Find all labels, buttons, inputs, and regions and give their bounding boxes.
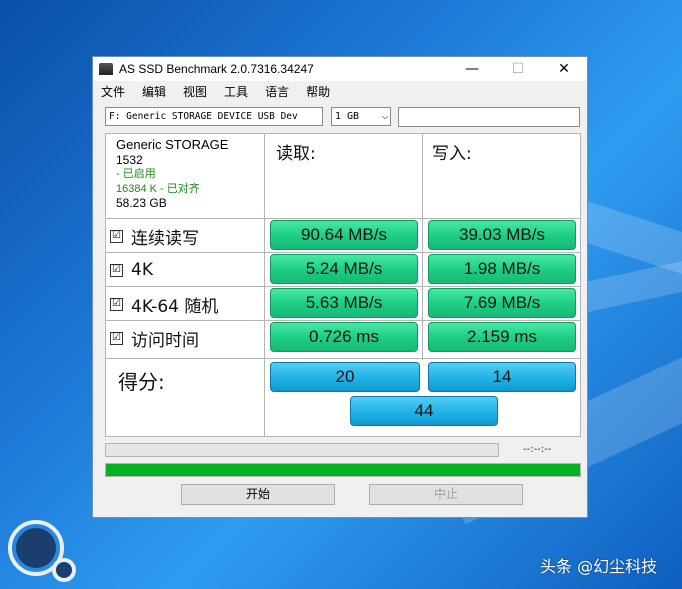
score-read: 20	[270, 362, 420, 392]
device-name: Generic STORAGE	[116, 137, 229, 152]
title-bar[interactable]: AS SSD Benchmark 2.0.7316.34247 — ☐ ✕	[93, 57, 587, 81]
result-seq-read: 90.64 MB/s	[270, 220, 418, 250]
app-window: AS SSD Benchmark 2.0.7316.34247 — ☐ ✕ 文件…	[92, 56, 588, 518]
checkbox-access[interactable]: ☑	[110, 331, 123, 345]
divider	[106, 320, 580, 321]
divider	[106, 252, 580, 253]
size-select[interactable]: 1 GB ⌵	[331, 107, 391, 126]
row-access-label[interactable]: ☑ 访问时间	[110, 324, 199, 352]
score-write: 14	[428, 362, 576, 392]
write-header: 写入:	[432, 144, 472, 164]
menu-language[interactable]: 语言	[265, 83, 289, 100]
maximize-button[interactable]: ☐	[495, 57, 541, 81]
score-label: 得分:	[118, 370, 165, 394]
menu-help[interactable]: 帮助	[306, 83, 330, 100]
menu-edit[interactable]: 编辑	[142, 83, 166, 100]
device-capacity: 58.23 GB	[116, 196, 167, 210]
result-4k64-write: 7.69 MB/s	[428, 288, 576, 318]
checkbox-4k[interactable]: ☑	[110, 263, 123, 277]
watermark-logo	[8, 520, 76, 582]
total-progress-fill	[106, 464, 580, 476]
window-title: AS SSD Benchmark 2.0.7316.34247	[119, 62, 314, 76]
row-label: 连续读写	[131, 228, 199, 249]
divider	[106, 218, 580, 219]
checkbox-4k64[interactable]: ☑	[110, 297, 123, 311]
device-status: - 已启用	[116, 168, 156, 180]
device-info: Generic STORAGE 1532 - 已启用 16384 K - 已对齐…	[116, 137, 229, 211]
result-access-write: 2.159 ms	[428, 322, 576, 352]
app-icon	[99, 63, 113, 75]
menu-file[interactable]: 文件	[101, 83, 125, 100]
start-button[interactable]: 开始	[181, 484, 335, 505]
close-button[interactable]: ✕	[541, 57, 587, 81]
row-seq-label[interactable]: ☑ 连续读写	[110, 222, 199, 250]
total-progress-bar	[105, 463, 581, 477]
result-access-read: 0.726 ms	[270, 322, 418, 352]
test-progress-bar	[105, 443, 499, 457]
score-total: 44	[350, 396, 498, 426]
status-field	[398, 107, 580, 127]
row-4k-label[interactable]: ☑ 4K	[110, 256, 153, 284]
divider	[264, 134, 265, 436]
stop-button[interactable]: 中止	[369, 484, 523, 505]
elapsed-time: --:--:--	[523, 444, 552, 455]
result-4k-read: 5.24 MB/s	[270, 254, 418, 284]
menu-bar: 文件 编辑 视图 工具 语言 帮助	[93, 81, 587, 101]
divider	[106, 358, 580, 359]
chevron-down-icon: ⌵	[381, 111, 388, 122]
result-4k-write: 1.98 MB/s	[428, 254, 576, 284]
size-select-value: 1 GB	[335, 111, 360, 122]
result-seq-write: 39.03 MB/s	[428, 220, 576, 250]
results-panel: Generic STORAGE 1532 - 已启用 16384 K - 已对齐…	[105, 133, 581, 437]
divider	[106, 286, 580, 287]
watermark-text: 头条 @幻尘科技	[540, 557, 658, 576]
row-label: 访问时间	[131, 330, 199, 351]
menu-tools[interactable]: 工具	[224, 83, 248, 100]
row-4k64-label[interactable]: ☑ 4K-64 随机	[110, 290, 218, 318]
drive-select[interactable]: F: Generic STORAGE DEVICE USB Dev	[105, 107, 323, 126]
checkbox-seq[interactable]: ☑	[110, 229, 123, 243]
divider	[422, 134, 423, 360]
minimize-button[interactable]: —	[449, 57, 495, 81]
result-4k64-read: 5.63 MB/s	[270, 288, 418, 318]
device-model: 1532	[116, 152, 143, 167]
read-header: 读取:	[276, 144, 316, 164]
drive-select-value: F: Generic STORAGE DEVICE USB Dev	[109, 111, 298, 122]
menu-view[interactable]: 视图	[183, 83, 207, 100]
row-label: 4K	[131, 260, 153, 280]
device-alignment: 16384 K - 已对齐	[116, 182, 200, 195]
row-label: 4K-64 随机	[131, 296, 219, 317]
